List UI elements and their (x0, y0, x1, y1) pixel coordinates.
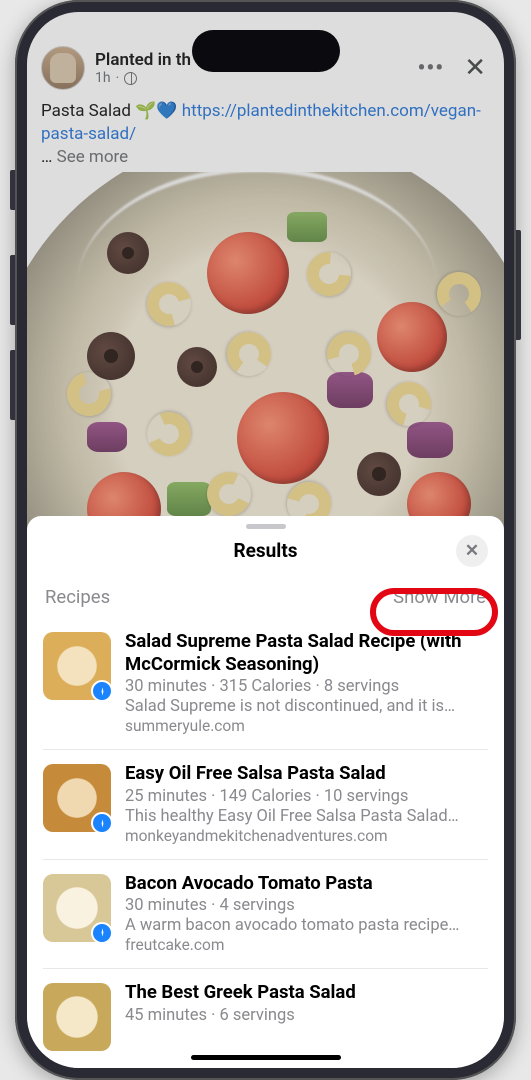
sheet-title: Results (43, 539, 488, 562)
avatar[interactable] (41, 46, 85, 90)
sheet-close-button[interactable]: ✕ (456, 535, 488, 567)
recipe-list: Salad Supreme Pasta Salad Recipe (with M… (27, 620, 504, 1065)
recipe-title: Bacon Avocado Tomato Pasta (125, 872, 488, 895)
safari-badge-icon (91, 922, 113, 944)
recipe-thumbnail (43, 874, 111, 942)
recipe-meta: 45 minutes · 6 servings (125, 1006, 488, 1025)
globe-icon (124, 72, 137, 85)
recipe-source: freutcake.com (125, 936, 488, 954)
recipe-thumbnail (43, 632, 111, 700)
recipe-item[interactable]: Bacon Avocado Tomato Pasta 30 minutes · … (43, 859, 488, 969)
screen: Planted in th 1h · ••• ✕ Pasta Salad 🌱💙 … (27, 12, 504, 1068)
recipe-title: Easy Oil Free Salsa Pasta Salad (125, 762, 488, 785)
recipe-meta: 25 minutes · 149 Calories · 10 servings (125, 787, 488, 806)
recipe-desc: This healthy Easy Oil Free Salsa Pasta S… (125, 807, 488, 826)
phone-frame: Planted in th 1h · ••• ✕ Pasta Salad 🌱💙 … (15, 0, 516, 1080)
show-more-link[interactable]: Show More (393, 586, 486, 608)
post-image[interactable] (27, 172, 504, 532)
more-options-icon[interactable]: ••• (417, 56, 444, 81)
safari-badge-icon (91, 680, 113, 702)
post-time: 1h · (95, 70, 407, 86)
recipe-source: monkeyandmekitchenadventures.com (125, 827, 488, 845)
recipe-item[interactable]: Easy Oil Free Salsa Pasta Salad 25 minut… (43, 749, 488, 859)
sheet-handle[interactable] (246, 524, 286, 529)
recipe-source: summeryule.com (125, 717, 488, 735)
results-sheet: Results ✕ Recipes Show More Salad Suprem… (27, 516, 504, 1068)
post-text: Pasta Salad 🌱💙 https://plantedinthekitch… (41, 100, 490, 169)
recipe-desc: A warm bacon avocado tomato pasta recipe… (125, 916, 488, 935)
recipe-thumbnail (43, 764, 111, 832)
recipe-meta: 30 minutes · 4 servings (125, 896, 488, 915)
recipe-title: Salad Supreme Pasta Salad Recipe (with M… (125, 630, 488, 675)
dynamic-island (192, 30, 340, 72)
recipe-title: The Best Greek Pasta Salad (125, 981, 488, 1004)
recipe-item[interactable]: Salad Supreme Pasta Salad Recipe (with M… (43, 624, 488, 749)
home-indicator[interactable] (191, 1055, 341, 1060)
recipe-desc: Salad Supreme is not discontinued, and i… (125, 697, 488, 716)
recipe-meta: 30 minutes · 315 Calories · 8 servings (125, 677, 488, 696)
close-icon[interactable]: ✕ (464, 53, 486, 83)
recipe-item[interactable]: The Best Greek Pasta Salad 45 minutes · … (43, 968, 488, 1065)
see-more-link[interactable]: See more (57, 147, 129, 167)
recipe-thumbnail (43, 983, 111, 1051)
safari-badge-icon (91, 812, 113, 834)
section-recipes-label: Recipes (45, 586, 110, 608)
